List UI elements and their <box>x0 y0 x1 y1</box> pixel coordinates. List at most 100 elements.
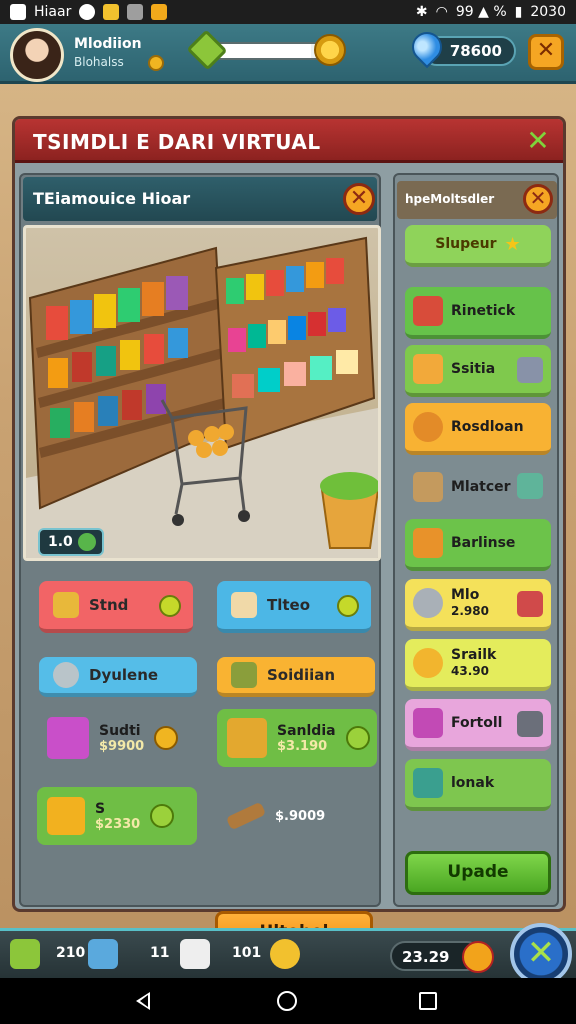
side-item-title: Srailk <box>451 647 497 663</box>
item-title: S <box>95 800 106 817</box>
status-signal-text: 99 ▲ % <box>455 4 507 20</box>
item-title: Sudti <box>99 722 141 739</box>
side-item-label: Barlinse <box>451 535 516 551</box>
image-notification-icon <box>127 4 144 20</box>
star-badge-icon <box>159 595 181 617</box>
top-hud: Mlodiion Blohalss 78600 ✕ <box>0 24 576 84</box>
gold-crate-icon <box>47 797 85 835</box>
category-label: Soidiian <box>267 666 336 684</box>
side-highlight-banner[interactable]: Slupeur ★ <box>405 225 551 267</box>
item-price: $2330 <box>95 816 141 832</box>
status-clock: 2030 <box>530 4 566 20</box>
red-box-icon <box>413 296 443 326</box>
store-illustration <box>26 236 378 558</box>
side-item-rinetick[interactable]: Rinetick <box>405 287 551 339</box>
coin-icon[interactable] <box>270 939 300 969</box>
main-window-title: TSIMDLI E DARI VIRTUAL <box>33 130 321 154</box>
side-item-label: Rosdloan <box>451 419 524 435</box>
box-icon <box>53 592 79 618</box>
category-button-soidiian[interactable]: Soidiian <box>217 657 375 697</box>
item-card-s[interactable]: S $2330 <box>37 787 197 845</box>
player-subtitle: Blohalss <box>74 55 124 69</box>
table-icon <box>413 528 443 558</box>
side-item-barlinse[interactable]: Barlinse <box>405 519 551 571</box>
lightning-icon[interactable] <box>462 941 494 973</box>
purple-crate-icon <box>47 717 89 759</box>
xp-progress-fill <box>214 44 312 58</box>
store-scene-image: 1.0 <box>23 225 381 561</box>
lamp-icon <box>413 354 443 384</box>
side-item-price: 43.90 <box>451 664 489 678</box>
category-button-dyulene[interactable]: Dyulene <box>39 657 197 697</box>
item-price: $.9009 <box>275 808 326 824</box>
category-label: Dyulene <box>89 666 159 684</box>
back-icon[interactable] <box>136 992 150 1010</box>
bluetooth-icon: ✱ <box>415 4 428 20</box>
recent-apps-icon[interactable] <box>419 992 437 1010</box>
side-item-label: Mlatcer <box>451 479 511 495</box>
status-bar: Hiaar ✱ ◠ 99 ▲ % ▮ 2030 <box>0 0 576 24</box>
device-icon <box>517 591 543 617</box>
star-badge-icon <box>337 595 359 617</box>
category-button-tlteo[interactable]: Tlteo <box>217 581 371 633</box>
side-panel-header: hpeMoltsdler ✕ <box>397 181 557 219</box>
wifi-icon: ◠ <box>435 4 448 20</box>
home-icon[interactable] <box>277 991 297 1011</box>
side-item-label: lonak <box>451 775 495 791</box>
cash-register-icon <box>227 718 267 758</box>
package-icon <box>413 768 443 798</box>
item-card-sudti[interactable]: Sudti $9900 <box>37 709 197 767</box>
phone-icon <box>517 357 543 383</box>
shop-panel-title: TEiamouice Hioar <box>33 189 191 208</box>
category-label: Tlteo <box>267 596 311 614</box>
sparkle-icon: ★ <box>504 233 521 255</box>
player-name: Mlodiion <box>74 36 142 52</box>
item-card-sanldia[interactable]: Sanldia $3.190 <box>217 709 377 767</box>
hud-close-button[interactable]: ✕ <box>528 34 564 70</box>
shop-panel-close-button[interactable]: ✕ <box>343 183 375 215</box>
card-reader-icon <box>517 711 543 737</box>
player-avatar[interactable] <box>10 28 64 82</box>
app-notification-icon <box>151 4 168 20</box>
bottom-bar: 210 11 101 23.29 ✕ <box>0 923 576 985</box>
battery-icon: ▮ <box>514 4 523 20</box>
robot-icon[interactable] <box>88 939 118 969</box>
side-item-fortoll[interactable]: Fortoll <box>405 699 551 751</box>
side-item-title: Mlo <box>451 587 480 603</box>
side-item-rosdloan[interactable]: Rosdloan <box>405 403 551 455</box>
scene-level-value: 1.0 <box>48 534 73 550</box>
side-panel-close-button[interactable]: ✕ <box>523 184 553 214</box>
side-item-label: Ssitia <box>451 361 496 377</box>
record-icon[interactable] <box>180 939 210 969</box>
clipboard-icon <box>231 592 257 618</box>
item-title: Sanldia <box>277 722 336 739</box>
mirror-icon <box>413 588 443 618</box>
category-button-stnd[interactable]: Stnd <box>39 581 193 633</box>
upgrade-button[interactable]: Upade <box>405 851 551 895</box>
scene-level-badge: 1.0 <box>38 528 104 556</box>
side-item-ssitia[interactable]: Ssitia <box>405 345 551 397</box>
dish-icon <box>53 662 79 688</box>
side-item-label: Mlo 2.980 <box>451 587 489 619</box>
side-item-label: Rinetick <box>451 303 516 319</box>
side-panel-title: hpeMoltsdler <box>405 192 495 206</box>
crate-icon <box>413 472 443 502</box>
side-item-mlo[interactable]: Mlo 2.980 <box>405 579 551 631</box>
shop-panel-header: TEiamouice Hioar ✕ <box>23 177 377 221</box>
side-item-label: Srailk 43.90 <box>451 647 496 679</box>
xp-coin-icon <box>314 34 346 66</box>
cash-box-icon <box>517 473 543 499</box>
game-controller-icon <box>79 4 96 20</box>
item-card-price-only[interactable]: $.9009 <box>217 787 377 845</box>
side-item-srailk[interactable]: Srailk 43.90 <box>405 639 551 691</box>
player-coin-icon <box>148 55 164 71</box>
side-item-label: Fortoll <box>451 715 503 731</box>
bottom-close-button[interactable]: ✕ <box>510 923 572 985</box>
bottom-stat-1: 210 <box>56 945 86 961</box>
side-item-lonak[interactable]: lonak <box>405 759 551 811</box>
side-item-price: 2.980 <box>451 604 489 618</box>
battery-stat-icon[interactable] <box>10 939 40 969</box>
main-window-close-button[interactable]: ✕ <box>523 127 553 157</box>
side-item-mlatcer[interactable]: Mlatcer <box>405 461 551 513</box>
level-cart-icon <box>78 533 96 551</box>
